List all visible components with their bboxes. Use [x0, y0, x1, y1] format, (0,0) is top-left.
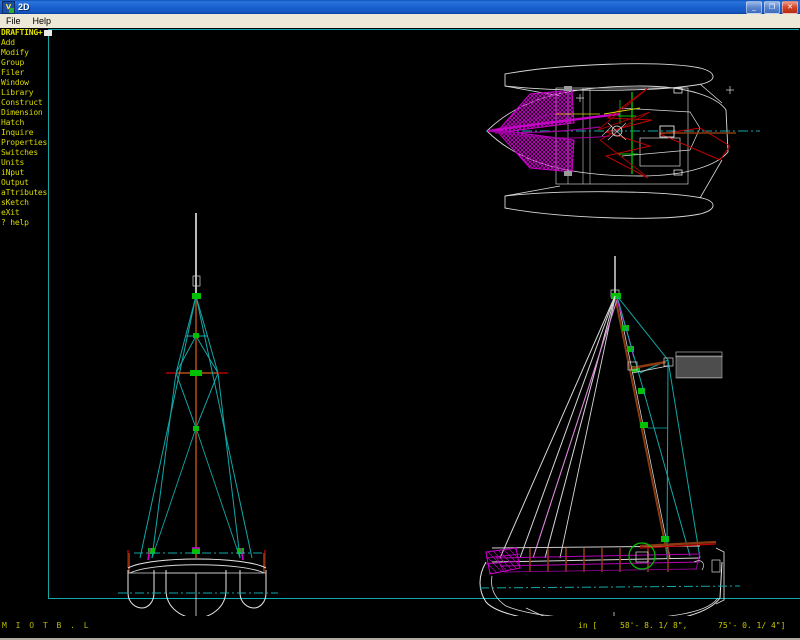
menu-bar: File Help: [0, 14, 800, 29]
status-coordinate-y: 75'- 0. 1/ 4"]: [718, 621, 786, 630]
front-view: [118, 213, 278, 616]
minimize-button[interactable]: _: [746, 1, 762, 14]
menu-item-file[interactable]: File: [0, 16, 27, 26]
restore-button[interactable]: ❐: [764, 1, 780, 14]
status-bar: M I O T B . L in [ 58'- 8. 1/ 8", 75'- 0…: [0, 616, 800, 640]
application-window: V 2D _ ❐ ✕ File Help DRAFTING+ Add Modif…: [0, 0, 800, 640]
close-button[interactable]: ✕: [782, 1, 798, 14]
side-view: [479, 256, 741, 616]
window-title: 2D: [18, 2, 30, 12]
app-logo-icon: V: [2, 0, 15, 14]
cad-geometry: [118, 63, 760, 616]
status-modes: M I O T B . L: [2, 621, 91, 630]
menu-item-help[interactable]: Help: [27, 16, 58, 26]
window-controls: _ ❐ ✕: [746, 1, 798, 14]
status-coordinate-x: 58'- 8. 1/ 8",: [620, 621, 688, 630]
title-bar: V 2D _ ❐ ✕: [0, 0, 800, 14]
drawing-canvas[interactable]: DRAFTING+ Add Modify Group Filer Window …: [0, 28, 800, 616]
status-units-label: in [: [578, 621, 598, 630]
plan-view: [486, 63, 760, 219]
